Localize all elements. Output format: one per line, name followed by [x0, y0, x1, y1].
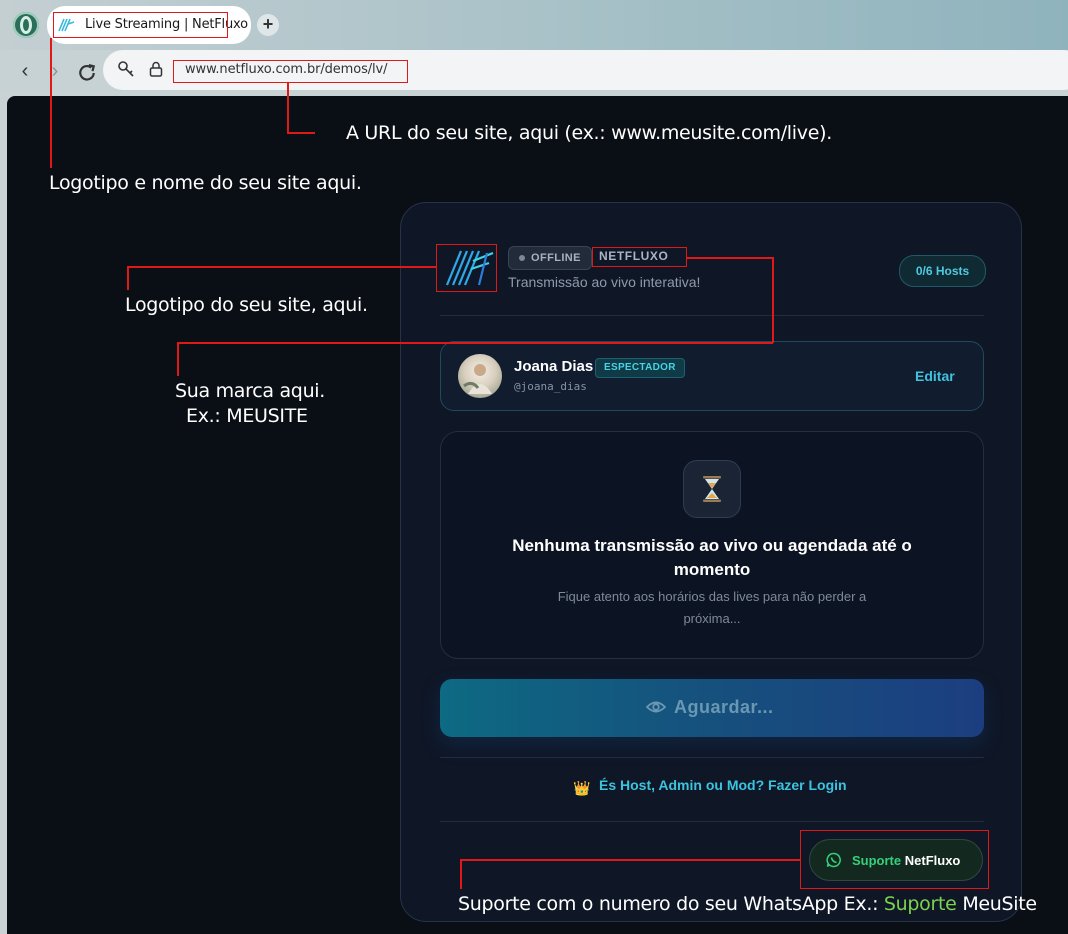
annotation-brand-line1: Sua marca aqui.	[175, 380, 326, 402]
back-icon[interactable]: ‹	[14, 60, 36, 82]
page-content: OFFLINE NETFLUXO Transmissão ao vivo int…	[7, 96, 1068, 934]
status-dot-icon	[519, 255, 525, 261]
annotation-support-green: Suporte	[883, 893, 957, 915]
annotation-line-support-h	[460, 859, 800, 861]
live-card: OFFLINE NETFLUXO Transmissão ao vivo int…	[400, 202, 1022, 922]
avatar	[458, 354, 502, 398]
hourglass-icon	[703, 476, 721, 502]
tagline: Transmissão ao vivo interativa!	[508, 274, 701, 290]
empty-subtitle: Fique atento aos horários das lives para…	[557, 589, 867, 626]
annotation-support: Suporte com o numero do seu WhatsApp Ex.…	[458, 893, 1037, 915]
annotation-box-url	[173, 60, 408, 83]
status-badge: OFFLINE	[508, 246, 592, 270]
annotation-url: A URL do seu site, aqui (ex.: www.meusit…	[346, 122, 832, 144]
lock-icon[interactable]	[149, 61, 163, 77]
user-handle: @joana_dias	[514, 380, 587, 393]
eye-icon	[646, 701, 666, 713]
annotation-support-brand: MeuSite	[962, 893, 1037, 915]
annotation-line-logo-h	[127, 266, 436, 268]
annotation-line-brand-v2	[177, 342, 179, 376]
login-link[interactable]: És Host, Admin ou Mod? Fazer Login	[599, 777, 847, 793]
crown-icon: 👑	[573, 780, 591, 796]
divider	[440, 757, 984, 758]
annotation-line-logo-v	[127, 266, 129, 290]
annotation-line-support-v	[460, 859, 462, 889]
hourglass-container	[683, 460, 741, 518]
annotation-line-url-v	[287, 83, 289, 133]
forward-icon[interactable]: ›	[44, 60, 66, 82]
avatar-person-icon	[463, 364, 492, 394]
annotation-line-url-h	[287, 132, 315, 134]
reload-icon[interactable]	[76, 62, 98, 84]
annotation-box-support	[800, 830, 989, 889]
status-label: OFFLINE	[531, 252, 581, 264]
empty-state: Nenhuma transmissão ao vivo ou agendada …	[440, 431, 984, 659]
annotation-line-brand-v1	[772, 257, 774, 343]
browser-logo-icon[interactable]	[13, 12, 39, 38]
annotation-logo: Logotipo do seu site, aqui.	[125, 294, 368, 316]
site-settings-key-icon[interactable]	[117, 60, 135, 78]
new-tab-button[interactable]: +	[257, 14, 279, 36]
wait-label: Aguardar...	[674, 697, 774, 717]
user-name: Joana Dias	[514, 358, 594, 375]
edit-button[interactable]: Editar	[915, 368, 955, 384]
annotation-box-logo	[436, 244, 497, 292]
annotation-line-brand-h2	[177, 342, 773, 344]
divider	[440, 821, 984, 822]
annotation-brand-line2: Ex.: MEUSITE	[186, 405, 308, 427]
annotation-tab: Logotipo e nome do seu site aqui.	[49, 172, 362, 194]
role-badge: ESPECTADOR	[595, 358, 685, 378]
annotation-box-brand	[592, 247, 687, 267]
browser-toolbar: ‹ › www.netfluxo.com.br/demos/lv/	[0, 50, 1068, 92]
annotation-line-tab	[50, 38, 52, 168]
annotation-line-brand-h1	[687, 257, 773, 259]
wait-button[interactable]: Aguardar...	[440, 679, 984, 737]
annotation-box-tab	[53, 12, 228, 38]
divider	[440, 315, 984, 316]
user-row: Joana Dias ESPECTADOR @joana_dias Editar	[440, 341, 984, 411]
hosts-badge: 0/6 Hosts	[899, 255, 986, 287]
empty-title: Nenhuma transmissão ao vivo ou agendada …	[512, 536, 912, 579]
